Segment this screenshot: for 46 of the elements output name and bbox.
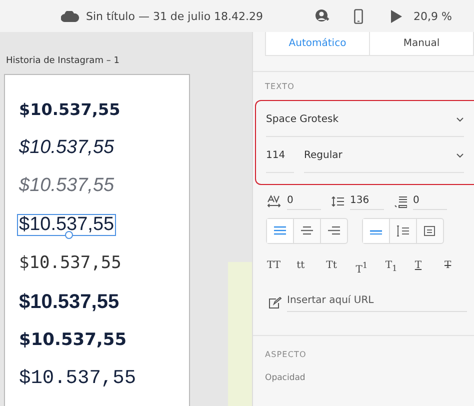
section-title: ASPECTO bbox=[264, 349, 308, 360]
chevron-down-icon bbox=[456, 153, 464, 158]
font-family-dropdown[interactable]: Space Grotesk bbox=[266, 101, 464, 137]
share-user-icon[interactable] bbox=[314, 9, 329, 23]
font-style-dropdown[interactable]: Regular bbox=[304, 137, 464, 173]
document-title: Sin título — 31 de julio 18.42.29 bbox=[86, 10, 264, 22]
line-spacing-field[interactable]: 136 bbox=[350, 193, 384, 210]
mobile-device-icon[interactable] bbox=[354, 8, 363, 24]
align-center-icon bbox=[301, 226, 313, 236]
text-layer[interactable]: $10.537,55 bbox=[17, 252, 124, 274]
text-layer[interactable]: $10.537,55 bbox=[17, 175, 116, 198]
text-transform-button[interactable]: TT bbox=[267, 260, 297, 276]
section-title: TEXTO bbox=[264, 81, 296, 93]
paragraph-spacing-icon bbox=[394, 196, 407, 208]
cloud-icon bbox=[61, 10, 80, 22]
text-box-icon bbox=[423, 225, 437, 237]
chevron-down-icon bbox=[456, 117, 464, 122]
auto-width-text-box-button[interactable] bbox=[363, 219, 389, 243]
paragraph-spacing-field[interactable]: 0 bbox=[413, 193, 447, 210]
text-layer[interactable]: $10.537,55 bbox=[17, 290, 122, 314]
play-icon[interactable] bbox=[390, 10, 402, 22]
text-layer[interactable]: $10.537,55 bbox=[17, 137, 116, 160]
zoom-level[interactable]: 20,9 % bbox=[414, 10, 452, 22]
url-field[interactable]: Insertar aquí URL bbox=[287, 293, 467, 312]
text-transform-button[interactable]: T bbox=[414, 260, 444, 276]
artboard-title[interactable]: Historia de Instagram – 1 bbox=[0, 32, 252, 74]
selected-text-layer[interactable]: $10.537,55 bbox=[17, 214, 116, 236]
line-list-icon bbox=[396, 225, 410, 237]
align-right-icon bbox=[328, 226, 340, 236]
text-transform-button[interactable]: T$_{1}$ bbox=[385, 260, 415, 276]
opacity-label: Opacidad bbox=[264, 372, 306, 384]
text-transform-button[interactable]: T$^{1}$ bbox=[356, 260, 386, 276]
tab[interactable]: Manual bbox=[369, 32, 473, 55]
align-left-icon bbox=[274, 226, 286, 236]
text-layer[interactable]: $10.537,55 bbox=[17, 366, 138, 390]
text-transform-button[interactable]: tt bbox=[296, 260, 326, 276]
character-spacing-icon bbox=[267, 195, 281, 208]
text-layer[interactable]: $10.537,55 bbox=[17, 100, 122, 120]
text-transform-button[interactable]: Tt bbox=[326, 260, 356, 276]
text-transform-button[interactable]: T bbox=[444, 260, 474, 276]
text-layer[interactable]: $10.537,55 bbox=[17, 330, 129, 350]
font-size-field[interactable]: 114 bbox=[266, 137, 294, 173]
left-align-button[interactable] bbox=[267, 219, 293, 243]
line-spacing-icon bbox=[331, 196, 344, 207]
character-spacing-field[interactable]: 0 bbox=[287, 193, 321, 210]
link-edit-icon bbox=[268, 296, 282, 309]
